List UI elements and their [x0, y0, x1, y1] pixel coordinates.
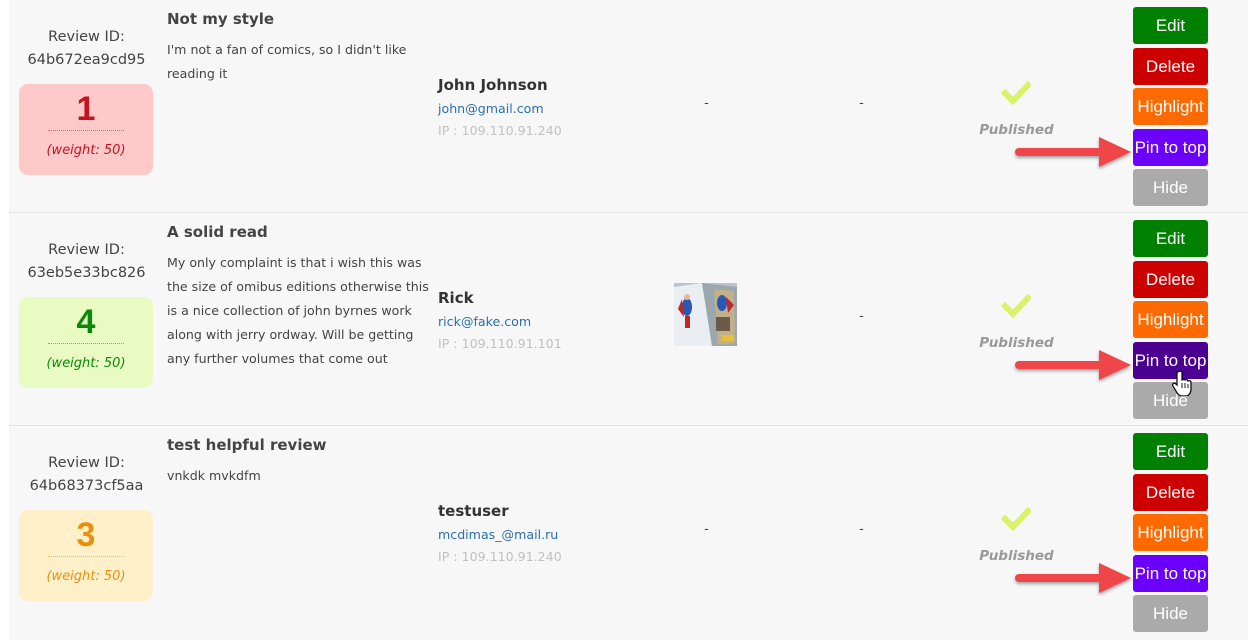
rating-value: 3 — [76, 516, 96, 554]
reviewer-email-link[interactable]: rick@fake.com — [438, 314, 531, 329]
rating-weight: (weight: 50) — [46, 143, 126, 158]
edit-button[interactable]: Edit — [1133, 220, 1208, 257]
extra-empty: - — [859, 96, 864, 111]
delete-button[interactable]: Delete — [1133, 473, 1208, 511]
review-title: A solid read — [167, 223, 268, 241]
reviewer-email-link[interactable]: john@gmail.com — [438, 101, 544, 116]
review-row: Review ID: 64b672ea9cd95 1 (weight: 50) … — [9, 0, 1248, 213]
red-arrow-annotation-icon — [1015, 350, 1131, 380]
review-id-value: 64b672ea9cd95 — [27, 52, 146, 68]
rating-weight: (weight: 50) — [46, 569, 126, 584]
reviewer-email-link[interactable]: mcdimas_@mail.ru — [438, 527, 558, 542]
reviewer-name: Rick — [438, 289, 474, 307]
edit-button[interactable]: Edit — [1133, 433, 1208, 470]
review-id-value: 63eb5e33bc826 — [27, 265, 146, 281]
review-id-label: Review ID: — [48, 242, 125, 258]
reviewer-name: John Johnson — [438, 76, 548, 94]
highlight-button[interactable]: Highlight — [1133, 301, 1208, 339]
comic-book-photo-icon — [674, 283, 737, 346]
pin-to-top-button[interactable]: Pin to top — [1133, 554, 1208, 592]
hide-button[interactable]: Hide — [1133, 169, 1208, 207]
review-title: Not my style — [167, 10, 275, 28]
rating-value: 4 — [76, 303, 96, 341]
review-image-thumbnail[interactable] — [674, 283, 737, 346]
review-body: I'm not a fan of comics, so I didn't lik… — [167, 42, 407, 81]
extra-empty: - — [859, 309, 864, 324]
red-arrow-annotation-icon — [1015, 563, 1131, 593]
pin-to-top-button[interactable]: Pin to top — [1133, 128, 1208, 166]
review-body: My only complaint is that i wish this wa… — [167, 255, 429, 366]
edit-button[interactable]: Edit — [1133, 7, 1208, 44]
hide-button[interactable]: Hide — [1133, 382, 1208, 420]
highlight-button[interactable]: Highlight — [1133, 88, 1208, 126]
review-title: test helpful review — [167, 436, 327, 454]
hand-pointer-cursor-icon — [1172, 370, 1192, 396]
media-empty: - — [704, 522, 709, 537]
rating-divider — [48, 556, 124, 557]
check-icon — [1001, 80, 1031, 106]
hide-button[interactable]: Hide — [1133, 595, 1208, 633]
rating-weight: (weight: 50) — [46, 356, 126, 371]
extra-empty: - — [859, 522, 864, 537]
check-icon — [1001, 293, 1031, 319]
media-empty: - — [704, 96, 709, 111]
delete-button[interactable]: Delete — [1133, 260, 1208, 298]
red-arrow-annotation-icon — [1015, 137, 1131, 167]
review-actions: Edit Delete Highlight Pin to top Hide — [1133, 220, 1208, 423]
review-actions: Edit Delete Highlight Pin to top Hide — [1133, 433, 1208, 636]
check-icon — [1001, 506, 1031, 532]
review-id-label: Review ID: — [48, 455, 125, 471]
review-actions: Edit Delete Highlight Pin to top Hide — [1133, 7, 1208, 210]
rating-value: 1 — [76, 90, 96, 128]
rating-badge: 3 (weight: 50) — [19, 510, 153, 601]
reviewer-ip: IP : 109.110.91.101 — [438, 336, 562, 351]
rating-badge: 4 (weight: 50) — [19, 297, 153, 388]
review-id-value: 64b68373cf5aa — [29, 478, 144, 494]
rating-divider — [48, 130, 124, 131]
review-row: Review ID: 64b68373cf5aa 3 (weight: 50) … — [9, 426, 1248, 640]
highlight-button[interactable]: Highlight — [1133, 514, 1208, 552]
rating-badge: 1 (weight: 50) — [19, 84, 153, 175]
reviews-list: Review ID: 64b672ea9cd95 1 (weight: 50) … — [9, 0, 1248, 640]
reviewer-ip: IP : 109.110.91.240 — [438, 123, 562, 138]
review-row: Review ID: 63eb5e33bc826 4 (weight: 50) … — [9, 213, 1248, 426]
reviewer-ip: IP : 109.110.91.240 — [438, 549, 562, 564]
reviewer-name: testuser — [438, 502, 509, 520]
rating-divider — [48, 343, 124, 344]
pin-to-top-button[interactable]: Pin to top — [1133, 341, 1208, 379]
delete-button[interactable]: Delete — [1133, 47, 1208, 85]
review-id-label: Review ID: — [48, 29, 125, 45]
review-body: vnkdk mvkdfm — [167, 468, 261, 483]
